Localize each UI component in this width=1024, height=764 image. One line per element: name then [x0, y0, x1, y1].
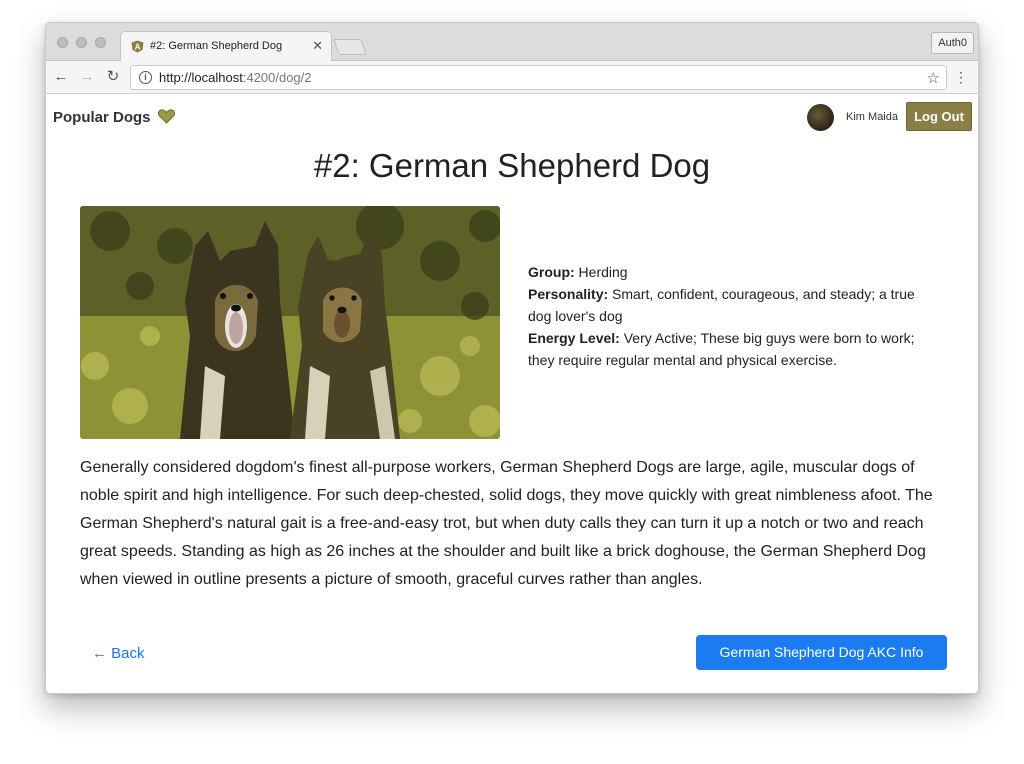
tab-close-icon[interactable]: ✕: [312, 38, 323, 54]
dog-description: Generally considered dogdom's finest all…: [80, 459, 933, 588]
reload-icon[interactable]: ↻: [104, 68, 122, 86]
personality-line: Personality: Smart, confident, courageou…: [528, 283, 938, 327]
address-bar: ← → ↻ i http://localhost:4200/dog/2 ☆ ⋮: [46, 61, 978, 94]
group-label: Group:: [528, 264, 575, 280]
brand[interactable]: Popular Dogs: [53, 109, 175, 126]
akc-info-button[interactable]: German Shepherd Dog AKC Info: [696, 635, 947, 670]
tab-bar: A #2: German Shepherd Dog ✕ Auth0: [46, 23, 978, 61]
angular-favicon-icon: A: [131, 40, 144, 53]
brand-label: Popular Dogs: [53, 109, 151, 126]
minimize-window-dot[interactable]: [76, 37, 87, 48]
heart-icon: [157, 109, 175, 124]
forward-arrow-icon[interactable]: →: [78, 68, 96, 86]
page-content: Popular Dogs Kim Maida Log Out #2: Germa…: [46, 95, 978, 693]
back-arrow-icon[interactable]: ←: [52, 68, 70, 86]
page-title: #2: German Shepherd Dog: [313, 147, 711, 184]
url-path: :4200/dog/2: [242, 70, 312, 85]
user-menu: Kim Maida Log Out: [802, 102, 972, 132]
new-tab-button[interactable]: [333, 39, 367, 55]
group-line: Group: Herding: [528, 261, 938, 283]
zoom-window-dot[interactable]: [95, 37, 106, 48]
tab-title: #2: German Shepherd Dog: [150, 40, 283, 52]
energy-label: Energy Level:: [528, 330, 620, 346]
group-value: Herding: [578, 264, 628, 280]
browser-window: A #2: German Shepherd Dog ✕ Auth0 ← → ↻ …: [45, 22, 979, 694]
dog-photo: [80, 206, 500, 439]
user-name: Kim Maida: [846, 111, 898, 123]
url-text: http://localhost:4200/dog/2: [159, 70, 312, 85]
avatar: [807, 104, 834, 131]
dog-info: Group: Herding Personality: Smart, confi…: [528, 261, 938, 371]
url-host: http://localhost: [159, 70, 243, 85]
info-icon[interactable]: i: [139, 71, 152, 84]
bookmark-star-icon[interactable]: ☆: [927, 69, 940, 87]
url-input[interactable]: i http://localhost:4200/dog/2 ☆: [130, 65, 947, 90]
auth0-extension-button[interactable]: Auth0: [931, 32, 974, 54]
personality-label: Personality:: [528, 286, 609, 302]
svg-text:A: A: [135, 43, 141, 52]
browser-tab[interactable]: A #2: German Shepherd Dog ✕: [120, 31, 332, 61]
energy-line: Energy Level: Very Active; These big guy…: [528, 327, 938, 371]
back-link[interactable]: ← Back: [92, 645, 145, 662]
browser-menu-icon[interactable]: ⋮: [954, 68, 968, 86]
log-out-button[interactable]: Log Out: [906, 102, 972, 131]
close-window-dot[interactable]: [57, 37, 68, 48]
